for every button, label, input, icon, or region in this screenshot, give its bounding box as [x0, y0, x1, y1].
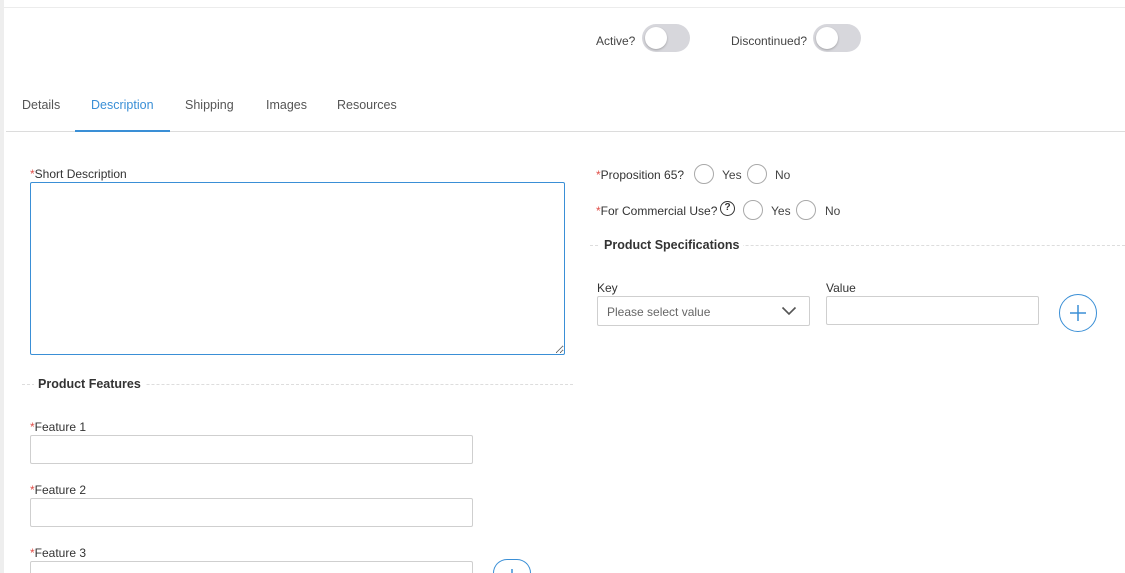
tab-bar: Details Description Shipping Images Reso… — [6, 86, 1125, 132]
product-features-title: Product Features — [34, 377, 145, 391]
add-feature-button[interactable] — [493, 559, 531, 573]
short-description-input[interactable] — [30, 182, 565, 355]
feature-1-label: *Feature 1 — [30, 420, 87, 434]
commercial-use-no-radio[interactable] — [796, 200, 816, 220]
question-circle-icon[interactable]: ? — [720, 201, 735, 216]
active-tab-indicator — [75, 130, 170, 132]
short-description-label: *Short Description — [30, 167, 127, 181]
discontinued-toggle[interactable] — [813, 24, 861, 52]
active-toggle[interactable] — [642, 24, 690, 52]
commercial-use-yes-label: Yes — [771, 204, 791, 218]
proposition65-no-radio[interactable] — [747, 164, 767, 184]
proposition65-yes-radio[interactable] — [694, 164, 714, 184]
plus-icon — [511, 569, 513, 573]
tab-details[interactable]: Details — [22, 98, 60, 112]
tab-resources[interactable]: Resources — [337, 98, 397, 112]
spec-key-placeholder: Please select value — [607, 305, 711, 319]
plus-icon — [1070, 305, 1086, 321]
toggle-knob — [645, 27, 667, 49]
commercial-use-no-label: No — [825, 204, 841, 218]
add-specification-button[interactable] — [1059, 294, 1097, 332]
proposition65-yes-label: Yes — [722, 168, 742, 182]
feature-2-input[interactable] — [30, 498, 473, 527]
spec-value-input[interactable] — [826, 296, 1039, 325]
tab-images[interactable]: Images — [266, 98, 307, 112]
spec-key-label: Key — [597, 281, 618, 295]
commercial-use-yes-radio[interactable] — [743, 200, 763, 220]
feature-2-label: *Feature 2 — [30, 483, 87, 497]
spec-value-label: Value — [826, 281, 856, 295]
active-toggle-label: Active? — [596, 34, 636, 48]
discontinued-toggle-label: Discontinued? — [731, 34, 808, 48]
proposition65-no-label: No — [775, 168, 791, 182]
product-specifications-title: Product Specifications — [600, 238, 744, 252]
feature-1-input[interactable] — [30, 435, 473, 464]
commercial-use-label: *For Commercial Use? — [596, 204, 718, 218]
tab-shipping[interactable]: Shipping — [185, 98, 234, 112]
header-divider — [4, 7, 1125, 8]
feature-3-label: *Feature 3 — [30, 546, 87, 560]
proposition65-label: *Proposition 65? — [596, 168, 685, 182]
feature-3-input[interactable] — [30, 561, 473, 573]
spec-key-select[interactable]: Please select value — [597, 296, 810, 326]
left-edge-border — [0, 0, 4, 573]
toggle-knob — [816, 27, 838, 49]
tab-description[interactable]: Description — [91, 98, 154, 112]
chevron-down-icon — [781, 306, 797, 316]
